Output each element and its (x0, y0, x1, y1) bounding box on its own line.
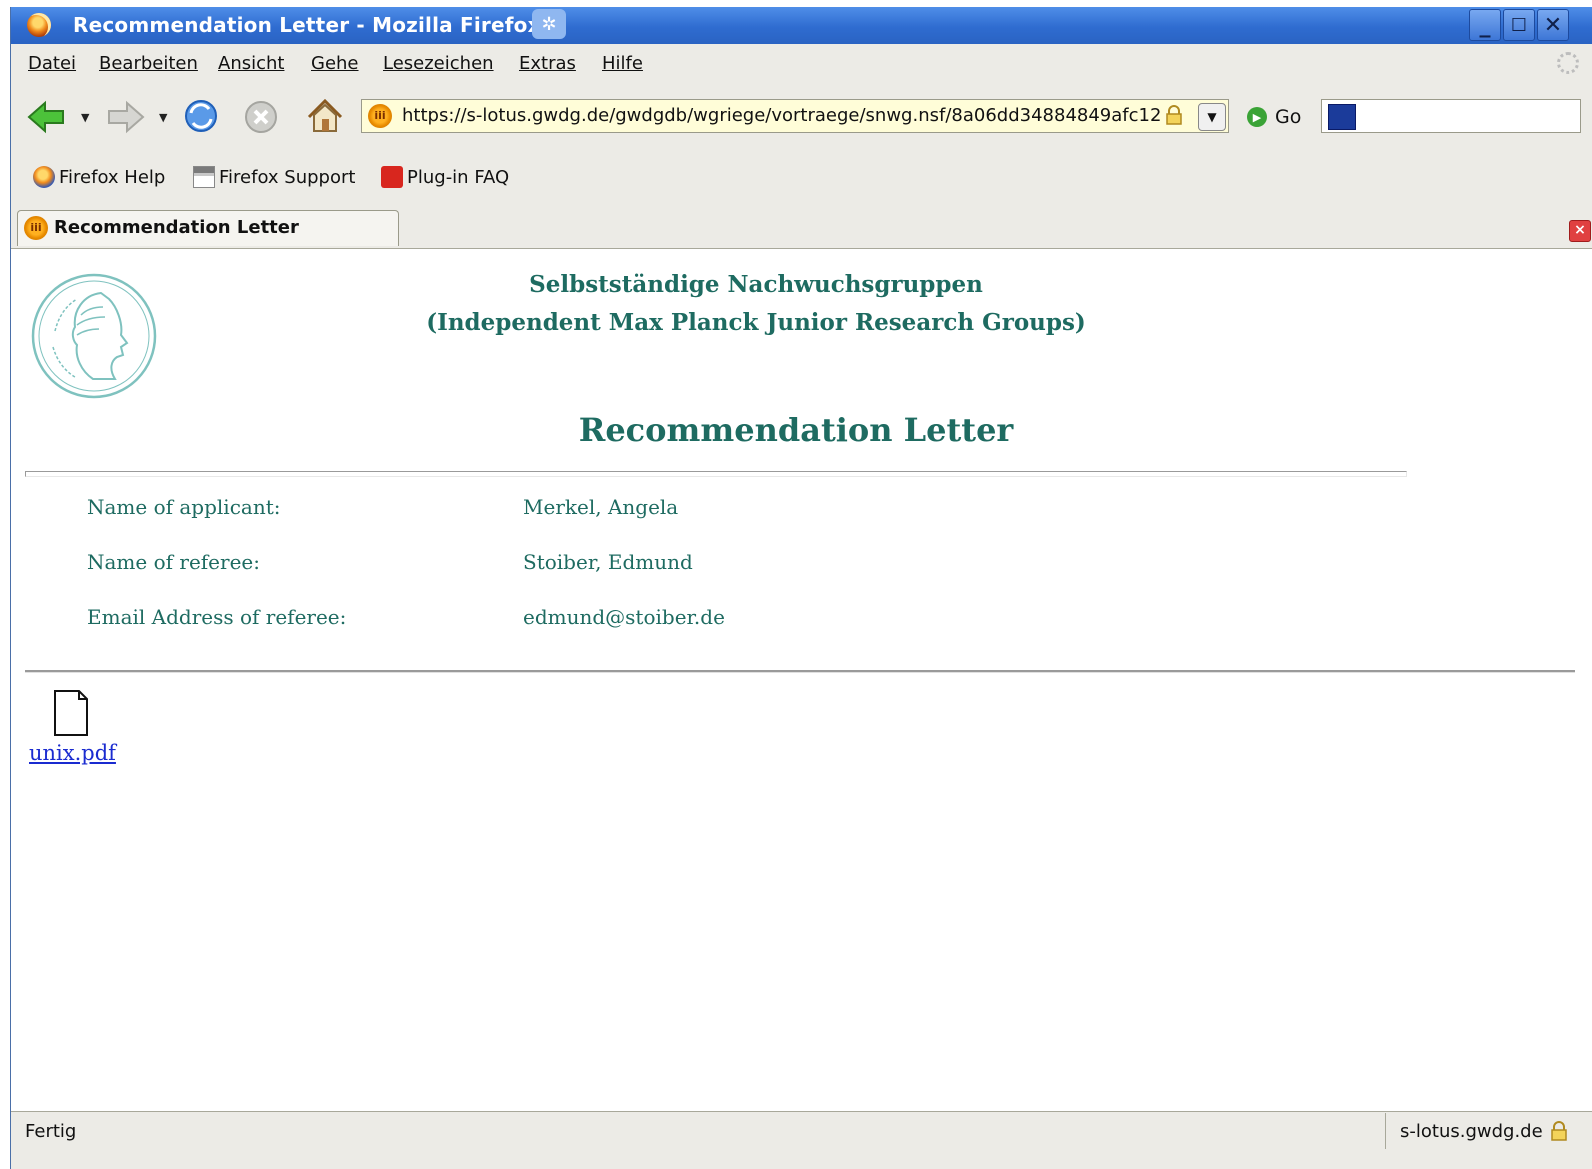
firefox-app-icon (27, 13, 51, 37)
close-tab-button[interactable]: × (1569, 220, 1591, 242)
menu-ansicht[interactable]: Ansicht (218, 53, 284, 74)
window-title: Recommendation Letter - Mozilla Firefox (73, 13, 541, 37)
plugin-faq-icon (381, 166, 403, 188)
activity-throbber-icon (1557, 52, 1579, 74)
site-favicon-icon: iii (368, 104, 392, 128)
back-arrow-icon[interactable] (27, 99, 67, 135)
tab-bar: iii Recommendation Letter × (11, 208, 1592, 249)
bookmark-firefox-support[interactable]: Firefox Support (193, 166, 355, 188)
status-host: s-lotus.gwdg.de (1400, 1121, 1543, 1142)
document-file-icon[interactable] (53, 689, 89, 737)
content-divider (25, 670, 1575, 673)
forward-history-dropdown[interactable]: ▼ (159, 111, 167, 124)
field-value: edmund@stoiber.de (523, 605, 725, 629)
bookmark-firefox-help[interactable]: Firefox Help (33, 166, 165, 188)
url-text[interactable]: https://s-lotus.gwdg.de/gwdgdb/wgriege/v… (402, 105, 1160, 126)
status-lock-icon[interactable] (1550, 1121, 1568, 1141)
url-bar[interactable]: iii https://s-lotus.gwdg.de/gwdgdb/wgrie… (361, 99, 1229, 133)
menu-extras[interactable]: Extras (519, 53, 576, 74)
stop-icon[interactable] (243, 99, 279, 135)
maximize-button[interactable]: ☐ (1503, 9, 1535, 41)
bookmarks-toolbar: Firefox Help Firefox Support Plug-in FAQ (11, 152, 1592, 207)
menu-lesezeichen[interactable]: Lesezeichen (383, 53, 494, 74)
url-history-dropdown[interactable]: ▼ (1198, 103, 1226, 131)
sticky-window-icon[interactable]: ✲ (532, 9, 566, 39)
attachment-link[interactable]: unix.pdf (29, 741, 116, 765)
tab-recommendation-letter[interactable]: iii Recommendation Letter (17, 210, 399, 246)
go-button[interactable]: ▶ Go (1247, 103, 1301, 131)
bookmark-plugin-faq[interactable]: Plug-in FAQ (381, 166, 509, 188)
field-value: Merkel, Angela (523, 495, 679, 519)
page-header-line1: Selbstständige Nachwuchsgruppen (529, 271, 983, 298)
firefox-support-icon (193, 166, 215, 188)
go-arrow-icon: ▶ (1247, 107, 1267, 127)
navigation-toolbar: ▼ ▼ iii https://s-lotus.gwdg.de/gwdgdb/w… (11, 85, 1592, 149)
home-icon[interactable] (305, 97, 345, 135)
field-label: Name of applicant: (87, 495, 281, 519)
field-label: Email Address of referee: (87, 605, 347, 629)
menu-bar: Datei Bearbeiten Ansicht Gehe Lesezeiche… (11, 45, 1592, 83)
secure-lock-icon[interactable] (1165, 105, 1183, 125)
bookmark-label: Firefox Help (59, 166, 166, 188)
field-label: Name of referee: (87, 550, 260, 574)
forward-arrow-icon[interactable] (105, 99, 145, 135)
close-window-button[interactable]: ✕ (1537, 9, 1569, 41)
header-divider (25, 471, 1407, 477)
firefox-help-icon (33, 166, 55, 188)
browser-window: Recommendation Letter - Mozilla Firefox … (10, 7, 1592, 1169)
search-input[interactable] (1321, 99, 1581, 133)
page-title: Recommendation Letter (578, 411, 1014, 449)
status-bar: Fertig s-lotus.gwdg.de (11, 1111, 1592, 1152)
back-history-dropdown[interactable]: ▼ (81, 111, 89, 124)
page-content: Selbstständige Nachwuchsgruppen (Indepen… (11, 249, 1592, 1111)
tab-label: Recommendation Letter (54, 217, 299, 238)
field-value: Stoiber, Edmund (523, 550, 693, 574)
reload-icon[interactable] (181, 97, 221, 135)
menu-gehe[interactable]: Gehe (311, 53, 359, 74)
title-bar: Recommendation Letter - Mozilla Firefox … (11, 7, 1592, 44)
search-engine-icon[interactable] (1328, 104, 1356, 130)
go-label: Go (1275, 106, 1302, 128)
bookmark-label: Plug-in FAQ (407, 166, 510, 188)
minimize-button[interactable]: _ (1469, 9, 1501, 41)
menu-hilfe[interactable]: Hilfe (602, 53, 643, 74)
menu-datei[interactable]: Datei (28, 53, 76, 74)
tab-favicon-icon: iii (24, 216, 48, 240)
status-text: Fertig (25, 1121, 77, 1142)
page-header-line2: (Independent Max Planck Junior Research … (426, 309, 1086, 336)
menu-bearbeiten[interactable]: Bearbeiten (99, 53, 198, 74)
status-security-panel[interactable]: s-lotus.gwdg.de (1385, 1113, 1591, 1149)
bookmark-label: Firefox Support (219, 166, 356, 188)
